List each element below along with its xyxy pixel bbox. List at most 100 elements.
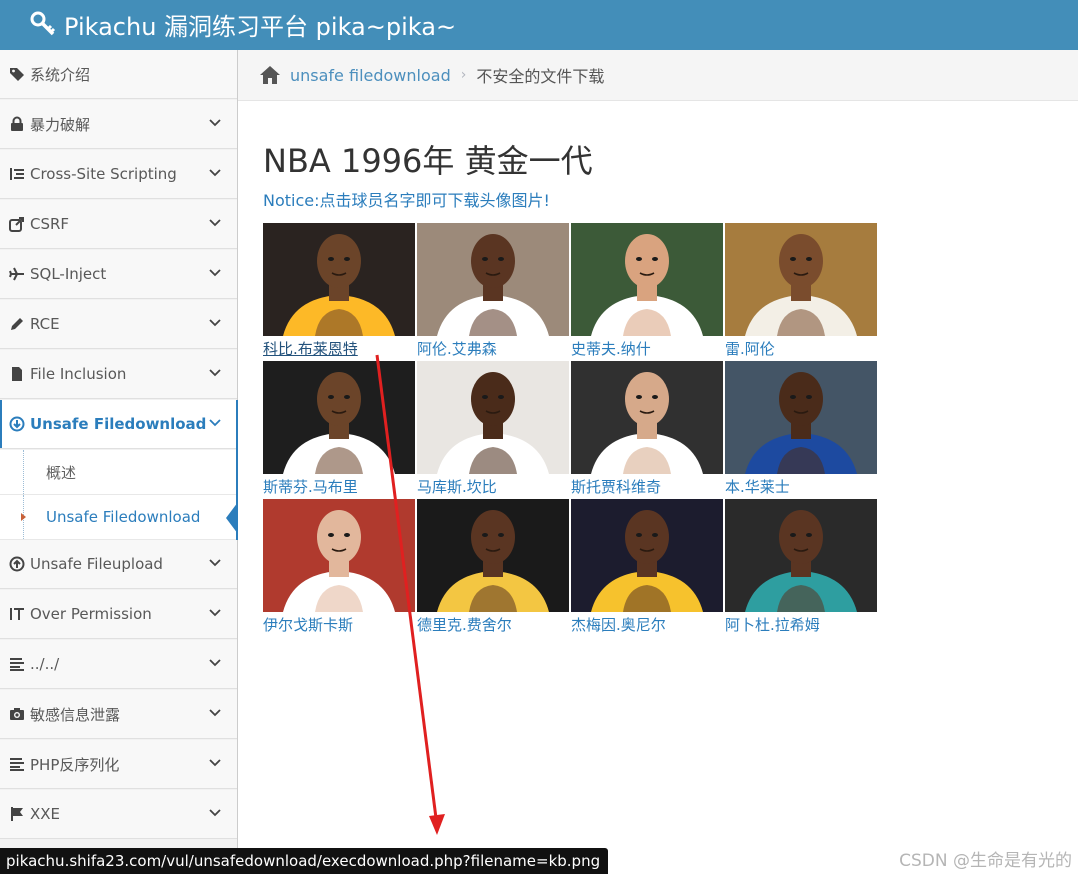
list-tree-icon	[10, 168, 24, 180]
chevron-down-icon	[209, 369, 221, 377]
player-photo	[417, 223, 569, 336]
breadcrumb-link[interactable]: unsafe filedownload	[290, 66, 451, 85]
chevron-down-icon	[209, 269, 221, 277]
player-photo	[417, 361, 569, 474]
sidebar-item-file-inclusion[interactable]: File Inclusion	[0, 350, 237, 399]
sidebar-item-rce[interactable]: RCE	[0, 300, 237, 349]
sidebar-item-label: Over Permission	[30, 605, 152, 623]
sidebar-item-unsafe-fileupload[interactable]: Unsafe Fileupload	[0, 540, 237, 589]
sidebar-subitem-overview[interactable]: 概述	[0, 450, 237, 495]
chevron-down-icon	[209, 659, 221, 667]
align-left-icon	[10, 658, 24, 671]
player-card: 斯托贾科维奇	[571, 361, 723, 497]
sidebar-item-xxe[interactable]: XXE	[0, 790, 237, 839]
player-photo	[725, 223, 877, 336]
player-card: 马库斯.坎比	[417, 361, 569, 497]
sidebar-subitem-unsafe-filedownload[interactable]: Unsafe Filedownload	[0, 495, 238, 540]
tags-icon	[10, 68, 24, 81]
player-name-link[interactable]: 杰梅因.奥尼尔	[571, 614, 666, 635]
player-name-link[interactable]: 史蒂夫.纳什	[571, 338, 651, 359]
player-name-link[interactable]: 伊尔戈斯卡斯	[263, 614, 353, 635]
player-name-link[interactable]: 斯托贾科维奇	[571, 476, 661, 497]
sidebar-item-label: Unsafe Fileupload	[30, 555, 163, 573]
player-name-link[interactable]: 阿卜杜.拉希姆	[725, 614, 820, 635]
camera-icon	[10, 708, 24, 720]
chevron-down-icon	[209, 169, 221, 177]
player-photo	[571, 223, 723, 336]
sidebar-item-cross-site-scripting[interactable]: Cross-Site Scripting	[0, 150, 237, 199]
player-name-link[interactable]: 科比.布莱恩特	[263, 338, 358, 359]
chevron-down-icon	[209, 219, 221, 227]
chevron-down-icon	[209, 319, 221, 327]
breadcrumb-current: 不安全的文件下载	[476, 67, 605, 86]
watermark: CSDN @生命是有光的	[899, 851, 1072, 871]
chevron-down-icon	[209, 759, 221, 767]
sidebar-item-csrf[interactable]: CSRF	[0, 200, 237, 249]
breadcrumb: unsafe filedownload › 不安全的文件下载	[238, 50, 1078, 101]
player-card: 史蒂夫.纳什	[571, 223, 723, 359]
sidebar-item-label: 敏感信息泄露	[30, 705, 121, 724]
status-bar-url: pikachu.shifa23.com/vul/unsafedownload/e…	[0, 848, 609, 874]
chevron-down-icon	[209, 709, 221, 717]
player-photo	[417, 499, 569, 612]
flag-icon	[11, 807, 23, 821]
player-name-link[interactable]: 阿伦.艾弗森	[417, 338, 497, 359]
sidebar-item-unsafe-filedownload[interactable]: Unsafe Filedownload	[0, 400, 237, 449]
text-height-icon	[10, 608, 24, 620]
notice-text: Notice:点击球员名字即可下载头像图片!	[263, 191, 550, 210]
sidebar-item-label: RCE	[30, 315, 60, 333]
sidebar-subitem-label: Unsafe Filedownload	[46, 508, 201, 526]
pencil-icon	[11, 318, 23, 330]
sidebar-item-label: File Inclusion	[30, 365, 127, 383]
player-card: 伊尔戈斯卡斯	[263, 499, 415, 635]
share-square-icon	[9, 217, 24, 232]
sidebar-item-label: Cross-Site Scripting	[30, 165, 177, 183]
sidebar-subitem-label: 概述	[46, 463, 77, 482]
chevron-down-icon	[209, 809, 221, 817]
player-card: 杰梅因.奥尼尔	[571, 499, 723, 635]
player-photo	[263, 499, 415, 612]
player-name-link[interactable]: 马库斯.坎比	[417, 476, 497, 497]
sidebar-item-label: PHP反序列化	[30, 755, 120, 774]
sidebar-item-dir[interactable]: ../../	[0, 640, 237, 689]
player-name-link[interactable]: 本.华莱士	[725, 476, 790, 497]
upload-circle-icon	[9, 556, 25, 572]
home-icon	[260, 66, 280, 84]
player-card: 雷.阿伦	[725, 223, 877, 359]
player-photo	[571, 499, 723, 612]
player-photo	[263, 223, 415, 336]
player-name-link[interactable]: 雷.阿伦	[725, 338, 775, 359]
sidebar-item-暴力破解[interactable]: 暴力破解	[0, 100, 237, 149]
sidebar-item-label: ../../	[30, 655, 60, 673]
brand[interactable]: Pikachu 漏洞练习平台 pika~pika~	[30, 9, 457, 41]
player-card: 科比.布莱恩特	[263, 223, 415, 359]
chevron-down-icon	[209, 419, 221, 427]
page-title: NBA 1996年 黄金一代	[263, 142, 593, 180]
player-name-link[interactable]: 德里克.费舍尔	[417, 614, 512, 635]
plane-icon	[9, 267, 24, 281]
player-card: 阿伦.艾弗森	[417, 223, 569, 359]
align-left-icon	[10, 758, 24, 771]
player-card: 阿卜杜.拉希姆	[725, 499, 877, 635]
tree-line	[23, 450, 24, 494]
sidebar-item-label: CSRF	[30, 215, 70, 233]
player-name-link[interactable]: 斯蒂芬.马布里	[263, 476, 358, 497]
caret-right-icon	[21, 513, 26, 521]
sidebar-item-over-permission[interactable]: Over Permission	[0, 590, 237, 639]
breadcrumb-separator: ›	[460, 67, 467, 83]
player-photo	[725, 361, 877, 474]
key-icon	[30, 11, 56, 36]
sidebar-item-php反序列化[interactable]: PHP反序列化	[0, 740, 237, 789]
sidebar-item-label: 系统介绍	[30, 65, 91, 84]
top-navbar: Pikachu 漏洞练习平台 pika~pika~	[0, 0, 1078, 50]
sidebar-item-label: SQL-Inject	[30, 265, 107, 283]
player-card: 德里克.费舍尔	[417, 499, 569, 635]
sidebar: 系统介绍暴力破解 Cross-Site Scripting CSRF SQL-Inje…	[0, 50, 238, 874]
sidebar-item-敏感信息泄露[interactable]: 敏感信息泄露	[0, 690, 237, 739]
sidebar-item-label: Unsafe Filedownload	[30, 415, 207, 433]
sidebar-item-sql-inject[interactable]: SQL-Inject	[0, 250, 237, 299]
brand-title: Pikachu 漏洞练习平台 pika~pika~	[64, 12, 457, 41]
chevron-down-icon	[209, 559, 221, 567]
sidebar-item-系统介绍[interactable]: 系统介绍	[0, 50, 237, 99]
player-photo	[725, 499, 877, 612]
